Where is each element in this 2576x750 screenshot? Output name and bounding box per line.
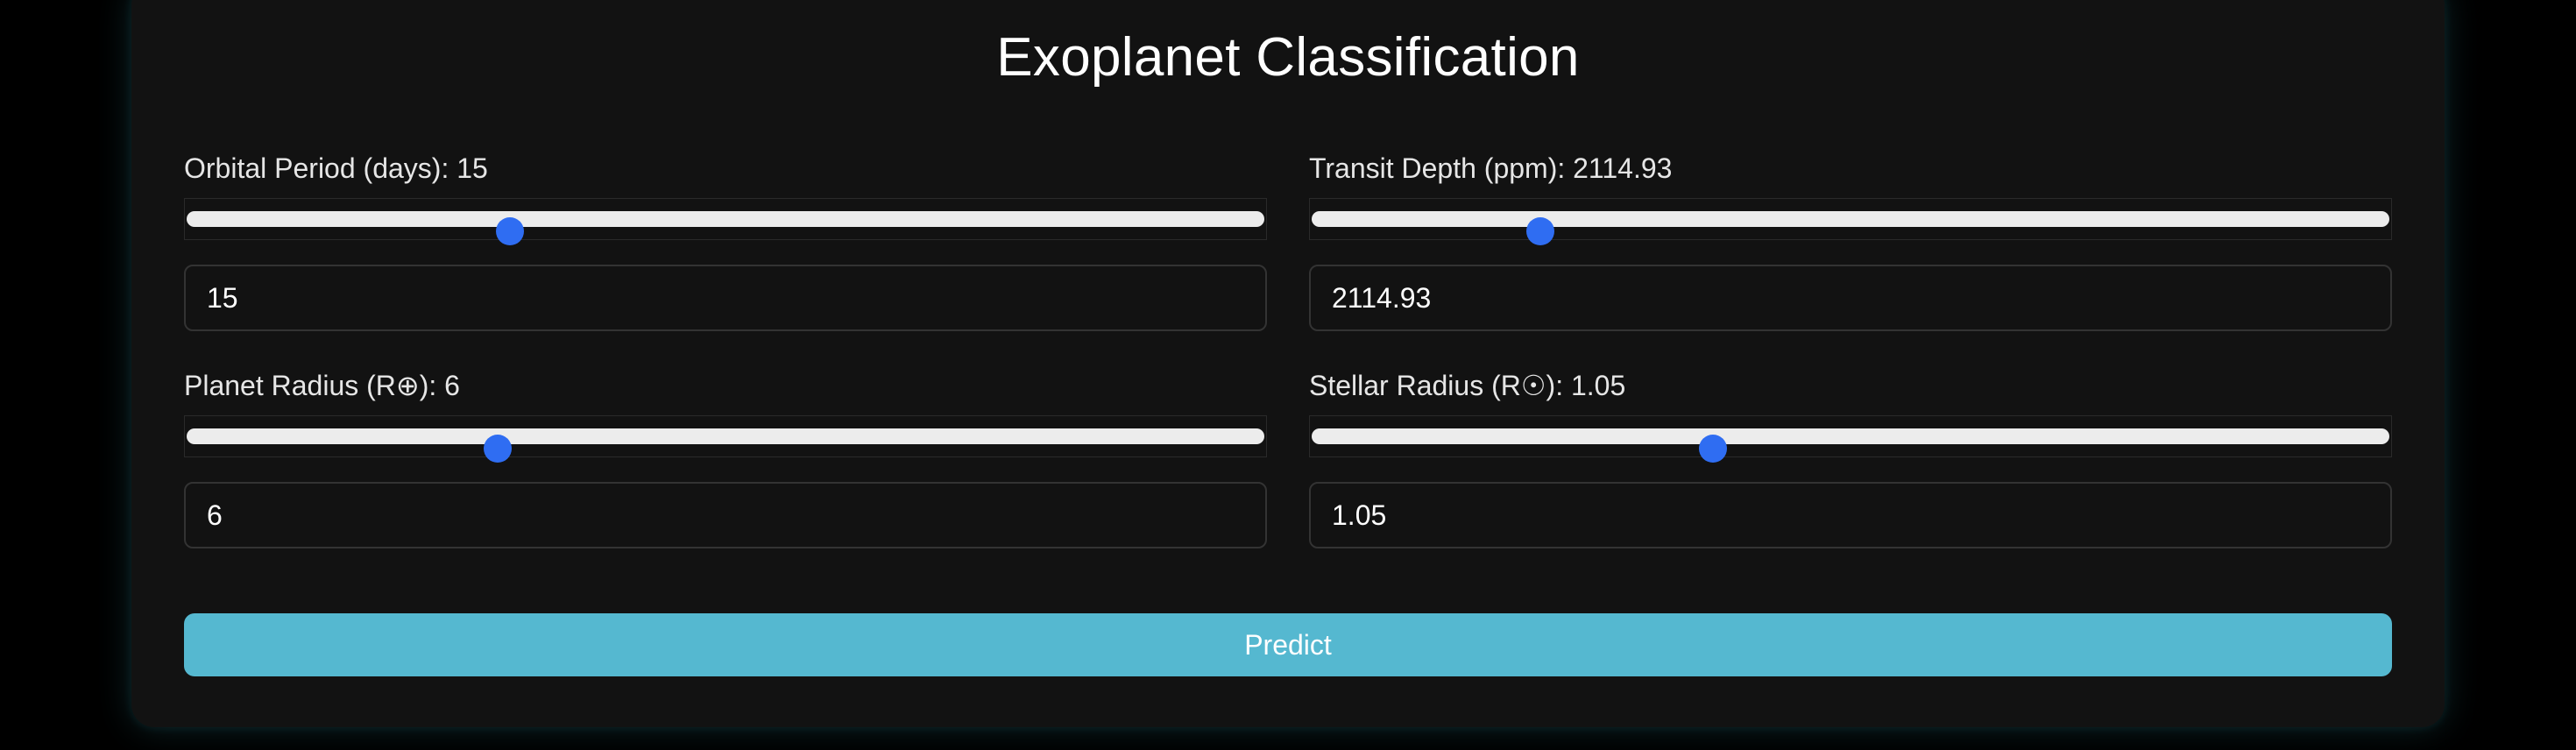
planet-radius-label-text: Planet Radius (R⊕): bbox=[184, 370, 445, 401]
classification-card: Exoplanet Classification Orbital Period … bbox=[131, 0, 2445, 727]
transit-depth-input[interactable] bbox=[1309, 265, 2392, 331]
orbital-period-slider-thumb[interactable] bbox=[496, 217, 524, 245]
transit-depth-slider[interactable] bbox=[1309, 198, 2392, 245]
transit-depth-label-value: 2114.93 bbox=[1573, 152, 1673, 184]
transit-depth-slider-track[interactable] bbox=[1312, 211, 2389, 245]
stellar-radius-slider[interactable] bbox=[1309, 415, 2392, 463]
planet-radius-label-value: 6 bbox=[444, 370, 460, 401]
planet-radius-slider[interactable] bbox=[184, 415, 1267, 463]
stellar-radius-slider-thumb[interactable] bbox=[1698, 435, 1727, 463]
orbital-period-slider-track[interactable] bbox=[187, 211, 1264, 245]
planet-radius-label: Planet Radius (R⊕): 6 bbox=[184, 368, 460, 403]
planet-radius-slider-thumb[interactable] bbox=[484, 435, 513, 463]
transit-depth-label-text: Transit Depth (ppm): bbox=[1309, 152, 1574, 184]
transit-depth-slider-thumb[interactable] bbox=[1525, 217, 1554, 245]
stellar-radius-slider-track[interactable] bbox=[1312, 428, 2389, 463]
transit-depth-label: Transit Depth (ppm): 2114.93 bbox=[1309, 151, 1672, 186]
planet-radius-slider-track[interactable] bbox=[187, 428, 1264, 463]
stellar-radius-label-value: 1.05 bbox=[1570, 370, 1626, 401]
predict-button[interactable]: Predict bbox=[184, 613, 2392, 676]
stellar-radius-label-text: Stellar Radius (R☉): bbox=[1309, 370, 1571, 401]
stellar-radius-input[interactable] bbox=[1309, 482, 2392, 548]
page-title: Exoplanet Classification bbox=[996, 27, 1580, 88]
orbital-period-input[interactable] bbox=[184, 265, 1267, 331]
orbital-period-label-value: 15 bbox=[456, 152, 488, 184]
planet-radius-input[interactable] bbox=[184, 482, 1267, 548]
orbital-period-slider[interactable] bbox=[184, 198, 1267, 245]
stellar-radius-label: Stellar Radius (R☉): 1.05 bbox=[1309, 368, 1625, 403]
orbital-period-label: Orbital Period (days): 15 bbox=[184, 151, 488, 186]
orbital-period-label-text: Orbital Period (days): bbox=[184, 152, 457, 184]
